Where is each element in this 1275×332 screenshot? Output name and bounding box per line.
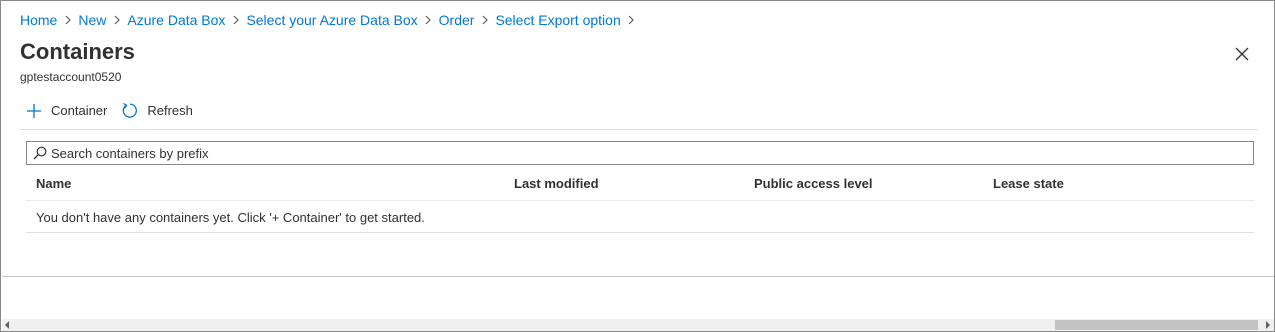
scroll-left-icon[interactable] [4,321,10,329]
horizontal-scrollbar[interactable] [2,319,1274,331]
add-container-button[interactable]: Container [26,103,107,119]
search-box[interactable] [26,141,1254,165]
chevron-right-icon [225,15,246,25]
refresh-label: Refresh [147,103,193,118]
search-icon [33,146,47,160]
column-header-public-access-level[interactable]: Public access level [754,176,873,191]
chevron-right-icon [57,15,78,25]
refresh-button[interactable]: Refresh [121,102,193,119]
breadcrumb-select-export-option[interactable]: Select Export option [495,12,620,28]
close-icon[interactable] [1233,45,1251,63]
add-container-label: Container [51,103,108,118]
empty-state-message: You don't have any containers yet. Click… [36,210,425,225]
table-bottom-divider [26,232,1254,233]
storage-account-name: gptestaccount0520 [20,70,122,84]
header-divider [26,200,1254,201]
refresh-icon [123,102,138,118]
column-header-last-modified[interactable]: Last modified [514,176,599,191]
column-header-lease-state[interactable]: Lease state [993,176,1064,191]
breadcrumb-azure-data-box[interactable]: Azure Data Box [127,12,225,28]
scroll-right-icon[interactable] [1265,321,1271,329]
breadcrumb: Home New Azure Data Box Select your Azur… [20,12,642,28]
page-title: Containers [20,39,135,64]
scrollbar-thumb[interactable] [1055,320,1258,330]
containers-blade: Home New Azure Data Box Select your Azur… [0,0,1275,332]
breadcrumb-new[interactable]: New [78,12,106,28]
chevron-right-icon [418,15,439,25]
plus-icon [27,103,41,118]
breadcrumb-select-data-box[interactable]: Select your Azure Data Box [246,12,417,28]
breadcrumb-home[interactable]: Home [20,12,57,28]
column-header-name[interactable]: Name [36,176,71,191]
chevron-right-icon [474,15,495,25]
chevron-right-icon [106,15,127,25]
breadcrumb-order[interactable]: Order [439,12,475,28]
command-bar: Container Refresh [26,102,207,119]
footer-divider [2,276,1274,277]
chevron-right-icon [621,15,642,25]
search-input[interactable] [51,145,1253,161]
toolbar-divider [20,129,1258,130]
